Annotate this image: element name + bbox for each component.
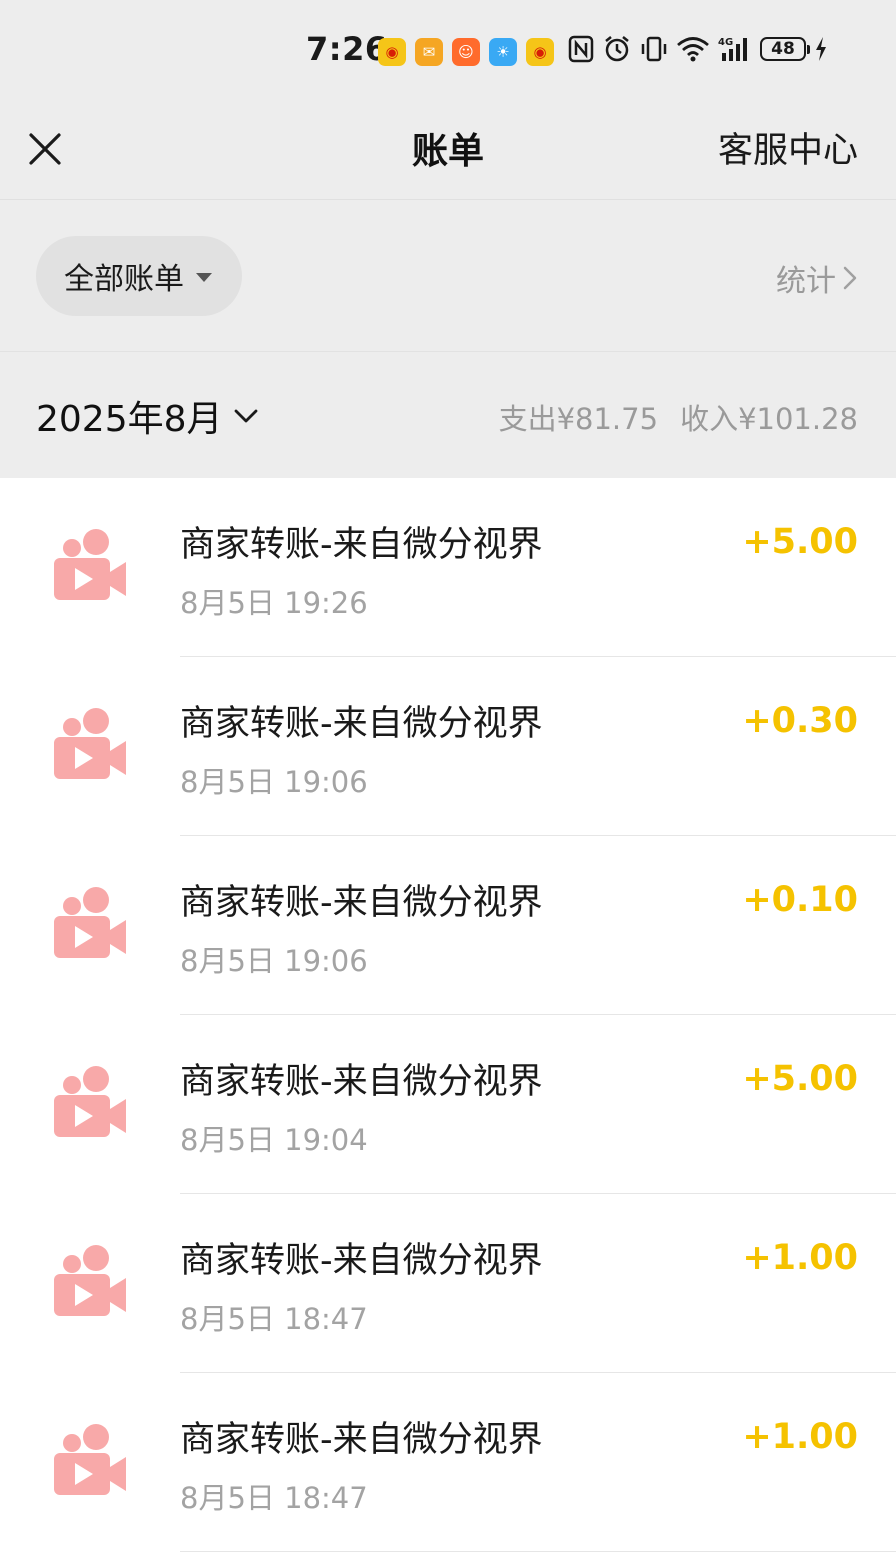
transaction-title: 商家转账-来自微分视界 bbox=[180, 1420, 543, 1460]
bill-type-filter[interactable]: 全部账单 bbox=[36, 236, 242, 316]
battery-icon: 48 bbox=[760, 37, 810, 61]
month-label: 2025年8月 bbox=[36, 399, 223, 440]
charging-icon bbox=[814, 35, 828, 63]
statistics-label: 统计 bbox=[776, 264, 836, 299]
notification-icons: ◉ ✉ ☺ ☀ ◉ bbox=[378, 38, 554, 66]
nfc-icon bbox=[568, 35, 594, 63]
transaction-time: 8月5日 19:06 bbox=[180, 944, 368, 978]
expense-total: 支出¥81.75 bbox=[498, 402, 659, 436]
nav-bar: 账单 客服中心 bbox=[0, 100, 896, 200]
transaction-title: 商家转账-来自微分视界 bbox=[180, 1062, 543, 1102]
transaction-time: 8月5日 18:47 bbox=[180, 1481, 368, 1515]
filter-bar: 全部账单 统计 bbox=[0, 200, 896, 352]
status-bar: 7:26 ◉ ✉ ☺ ☀ ◉ 4G 48 bbox=[0, 0, 896, 100]
mail-icon: ✉ bbox=[415, 38, 443, 66]
video-camera-icon bbox=[54, 1245, 126, 1316]
month-header: 2025年8月 支出¥81.75 收入¥101.28 bbox=[0, 352, 896, 478]
transaction-time: 8月5日 19:04 bbox=[180, 1123, 368, 1157]
weather-icon: ☀ bbox=[489, 38, 517, 66]
transaction-row[interactable]: 商家转账-来自微分视界 8月5日 19:06 +0.10 bbox=[0, 836, 896, 1015]
vibrate-icon bbox=[640, 35, 668, 63]
weibo-icon: ◉ bbox=[526, 38, 554, 66]
signal-icon: 4G bbox=[718, 35, 752, 63]
video-camera-icon bbox=[54, 1424, 126, 1495]
customer-service-link[interactable]: 客服中心 bbox=[718, 122, 858, 173]
video-camera-icon bbox=[54, 1066, 126, 1137]
transaction-row[interactable]: 商家转账-来自微分视界 8月5日 18:47 +1.00 bbox=[0, 1373, 896, 1552]
transaction-title: 商家转账-来自微分视界 bbox=[180, 1241, 543, 1281]
transaction-time: 8月5日 18:47 bbox=[180, 1302, 368, 1336]
transaction-amount: +5.00 bbox=[742, 522, 858, 562]
transaction-row[interactable]: 商家转账-来自微分视界 8月5日 19:06 +0.30 bbox=[0, 657, 896, 836]
transaction-row[interactable]: 商家转账-来自微分视界 8月5日 19:04 +5.00 bbox=[0, 1015, 896, 1194]
transaction-amount: +1.00 bbox=[742, 1417, 858, 1457]
transaction-row[interactable]: 商家转账-来自微分视界 8月5日 19:26 +5.00 bbox=[0, 478, 896, 657]
transaction-list: 商家转账-来自微分视界 8月5日 19:26 +5.00 商家转账-来自微分视界… bbox=[0, 478, 896, 1552]
system-icons: 4G 48 bbox=[568, 34, 828, 64]
divider bbox=[180, 1551, 896, 1552]
chevron-right-icon bbox=[843, 266, 857, 290]
income-total: 收入¥101.28 bbox=[680, 402, 858, 436]
transaction-amount: +1.00 bbox=[742, 1238, 858, 1278]
video-camera-icon bbox=[54, 887, 126, 958]
transaction-time: 8月5日 19:26 bbox=[180, 586, 368, 620]
status-time: 7:26 bbox=[306, 30, 388, 68]
weibo-icon: ◉ bbox=[378, 38, 406, 66]
video-camera-icon bbox=[54, 708, 126, 779]
chevron-down-icon bbox=[234, 409, 257, 423]
wifi-icon bbox=[676, 35, 710, 63]
alarm-icon bbox=[602, 34, 632, 64]
battery-level: 48 bbox=[771, 39, 795, 59]
transaction-row[interactable]: 商家转账-来自微分视界 8月5日 18:47 +1.00 bbox=[0, 1194, 896, 1373]
transaction-amount: +5.00 bbox=[742, 1059, 858, 1099]
statistics-link[interactable]: 统计 bbox=[776, 256, 858, 300]
bill-type-filter-label: 全部账单 bbox=[64, 262, 184, 297]
month-selector[interactable]: 2025年8月 bbox=[36, 390, 259, 442]
transaction-time: 8月5日 19:06 bbox=[180, 765, 368, 799]
month-summary: 支出¥81.75 收入¥101.28 bbox=[499, 396, 858, 438]
user-app-icon: ☺ bbox=[452, 38, 480, 66]
caret-down-icon bbox=[196, 272, 212, 282]
transaction-title: 商家转账-来自微分视界 bbox=[180, 883, 543, 923]
transaction-amount: +0.10 bbox=[742, 880, 858, 920]
transaction-title: 商家转账-来自微分视界 bbox=[180, 525, 543, 565]
video-camera-icon bbox=[54, 529, 126, 600]
transaction-title: 商家转账-来自微分视界 bbox=[180, 704, 543, 744]
svg-text:4G: 4G bbox=[718, 37, 733, 48]
transaction-amount: +0.30 bbox=[742, 701, 858, 741]
